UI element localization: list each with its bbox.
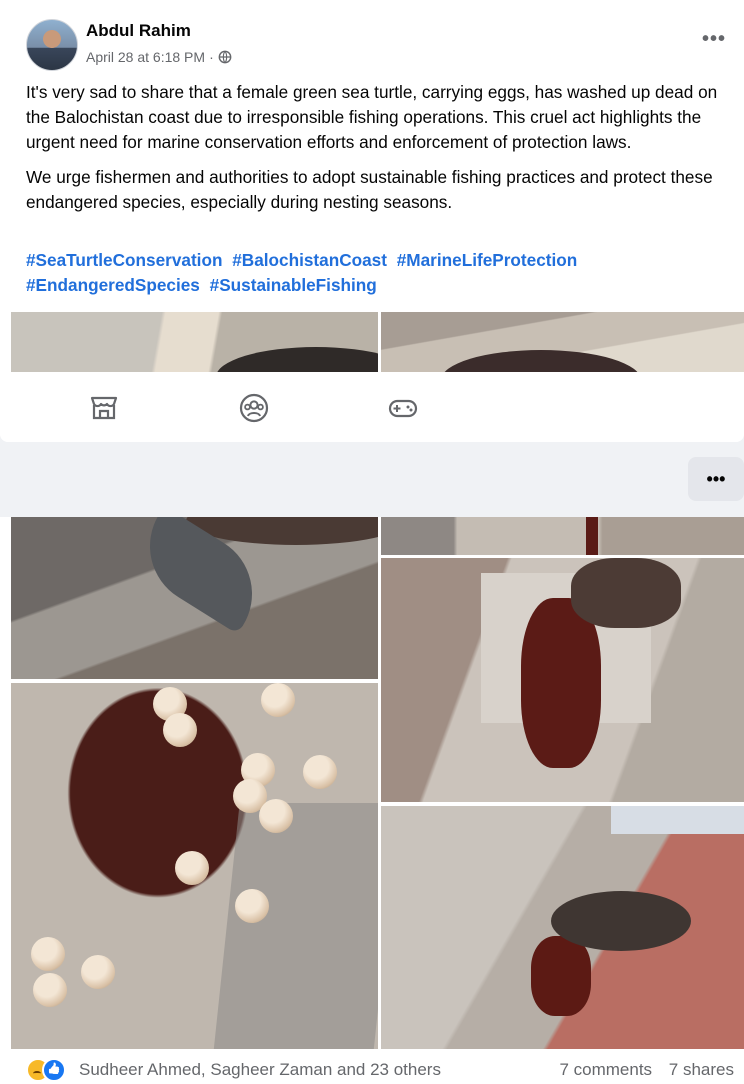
shadow <box>212 803 378 1049</box>
turtle-egg <box>261 683 295 717</box>
turtle-egg <box>81 955 115 989</box>
post-timestamp[interactable]: April 28 at 6:18 PM <box>86 49 205 65</box>
turtle-shell <box>441 350 641 372</box>
turtle-egg <box>303 755 337 789</box>
photo-grid <box>0 517 744 1052</box>
comments-count[interactable]: 7 comments <box>559 1060 652 1079</box>
post-photo[interactable] <box>11 683 378 1049</box>
blood-stain <box>586 517 598 555</box>
turtle-egg <box>163 713 197 747</box>
post-paragraph: We urge fishermen and authorities to ado… <box>26 167 713 212</box>
author-avatar[interactable] <box>26 19 78 71</box>
hashtag-link[interactable]: #BalochistanCoast <box>232 250 387 270</box>
hashtag-link[interactable]: #EndangeredSpecies <box>26 275 200 295</box>
globe-icon <box>218 50 232 64</box>
turtle-shell <box>216 347 378 372</box>
hashtag-link[interactable]: #MarineLifeProtection <box>397 250 578 270</box>
icon-bar <box>0 372 744 442</box>
post-photo[interactable] <box>381 558 744 802</box>
turtle-head <box>571 558 681 628</box>
like-reaction-icon <box>42 1058 66 1082</box>
author-name[interactable]: Abdul Rahim <box>86 21 191 41</box>
post-photo[interactable] <box>381 806 744 1049</box>
engagement-counts: 7 comments 7 shares <box>547 1060 734 1080</box>
post-photo[interactable] <box>381 517 744 555</box>
hashtag-link[interactable]: #SustainableFishing <box>210 275 377 295</box>
reactor-names[interactable]: Sudheer Ahmed, Sagheer Zaman and 23 othe… <box>79 1060 441 1080</box>
turtle-egg <box>235 889 269 923</box>
sky <box>611 806 744 834</box>
options-button[interactable]: ••• <box>688 457 744 501</box>
shares-count[interactable]: 7 shares <box>669 1060 734 1079</box>
post-meta: April 28 at 6:18 PM · <box>86 49 232 65</box>
turtle-body <box>551 891 691 951</box>
hashtags: #SeaTurtleConservation #BalochistanCoast… <box>26 248 732 298</box>
blood-stain <box>521 598 601 768</box>
post-photo[interactable] <box>11 312 378 372</box>
gaming-icon[interactable] <box>387 392 419 424</box>
post-card: Abdul Rahim April 28 at 6:18 PM · ••• It… <box>0 0 744 442</box>
reaction-summary[interactable] <box>26 1058 74 1082</box>
marketplace-icon[interactable] <box>88 392 120 424</box>
turtle-egg <box>33 973 67 1007</box>
hashtag-link[interactable]: #SeaTurtleConservation <box>26 250 222 270</box>
post-text: It's very sad to share that a female gre… <box>26 80 732 225</box>
turtle-egg <box>175 851 209 885</box>
blood-stain <box>531 936 591 1016</box>
turtle-egg <box>259 799 293 833</box>
post-photo[interactable] <box>381 312 744 372</box>
meta-separator: · <box>209 49 214 65</box>
post-footer: Sudheer Ahmed, Sagheer Zaman and 23 othe… <box>0 1052 744 1084</box>
post-photo[interactable] <box>11 517 378 679</box>
groups-icon[interactable] <box>238 392 270 424</box>
turtle-egg <box>31 937 65 971</box>
post-paragraph: It's very sad to share that a female gre… <box>26 82 718 152</box>
post-more-button[interactable]: ••• <box>702 28 726 51</box>
